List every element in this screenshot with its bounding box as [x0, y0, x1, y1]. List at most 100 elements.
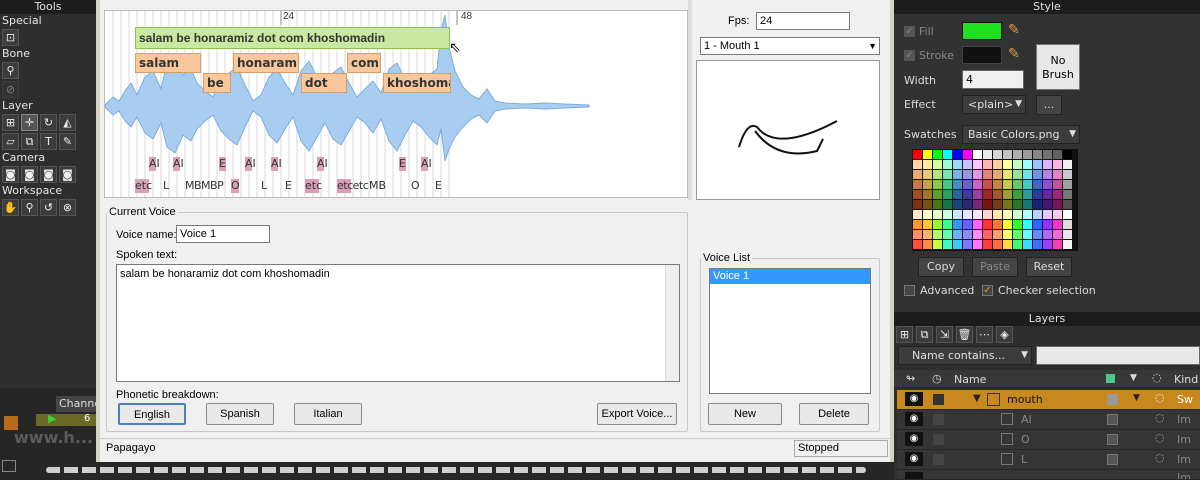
palette-swatch[interactable]: [933, 240, 942, 249]
palette-swatch[interactable]: [1063, 210, 1072, 219]
phoneme-bottom[interactable]: MBMBP: [185, 179, 224, 192]
palette-swatch[interactable]: [1043, 160, 1052, 169]
palette-swatch[interactable]: [1053, 220, 1062, 229]
reset-button[interactable]: Reset: [1026, 257, 1072, 277]
palette-swatch[interactable]: [983, 150, 992, 159]
italian-button[interactable]: Italian: [294, 403, 362, 425]
palette-swatch[interactable]: [1053, 200, 1062, 209]
palette-swatch[interactable]: [1033, 200, 1042, 209]
palette-swatch[interactable]: [993, 170, 1002, 179]
delete-layer-icon[interactable]: 🗑: [956, 326, 973, 343]
palette-swatch[interactable]: [963, 180, 972, 189]
text-icon[interactable]: T: [40, 133, 57, 150]
palette-swatch[interactable]: [963, 160, 972, 169]
spoken-text-area[interactable]: salam be honaramiz dot com khoshomadin: [116, 264, 680, 382]
palette-swatch[interactable]: [963, 200, 972, 209]
eye-icon[interactable]: [905, 472, 923, 479]
phoneme-bottom[interactable]: MB: [369, 179, 386, 192]
palette-swatch[interactable]: [953, 240, 962, 249]
palette-swatch[interactable]: [1053, 170, 1062, 179]
delete-voice-button[interactable]: Delete: [799, 403, 869, 425]
workspace-rotate-icon[interactable]: ↺: [40, 199, 57, 216]
palette-swatch[interactable]: [943, 200, 952, 209]
palette-swatch[interactable]: [973, 230, 982, 239]
checker-checkbox[interactable]: ✓: [982, 285, 993, 296]
voice-name-input[interactable]: Voice 1: [176, 225, 270, 243]
hand-icon[interactable]: ✋: [2, 199, 19, 216]
palette-swatch[interactable]: [1013, 150, 1022, 159]
palette-swatch[interactable]: [1033, 240, 1042, 249]
palette-swatch[interactable]: [923, 150, 932, 159]
palette-swatch[interactable]: [1033, 190, 1042, 199]
no-brush-button[interactable]: No Brush: [1036, 44, 1080, 90]
palette-swatch[interactable]: [983, 230, 992, 239]
voice-list-box[interactable]: Voice 1: [709, 268, 871, 394]
palette-swatch[interactable]: [913, 150, 922, 159]
palette-swatch[interactable]: [973, 220, 982, 229]
palette-swatch[interactable]: [1013, 200, 1022, 209]
phoneme-bottom[interactable]: etcetc: [337, 179, 369, 192]
phoneme-top[interactable]: AI: [317, 157, 328, 170]
palette-swatch[interactable]: [953, 210, 962, 219]
palette-swatch[interactable]: [923, 210, 932, 219]
camera-roll-icon[interactable]: ◙: [40, 166, 57, 183]
palette-swatch[interactable]: [963, 220, 972, 229]
fps-input[interactable]: 24: [756, 12, 850, 30]
palette-swatch[interactable]: [1043, 190, 1052, 199]
palette-swatch[interactable]: [923, 220, 932, 229]
stroke-eyedropper-icon[interactable]: ✎: [1008, 46, 1020, 62]
palette-swatch[interactable]: [953, 200, 962, 209]
palette-swatch[interactable]: [1013, 220, 1022, 229]
camera-zoom-icon[interactable]: ◙: [21, 166, 38, 183]
palette-swatch[interactable]: [1033, 220, 1042, 229]
lock-box[interactable]: [933, 414, 944, 425]
layer-row-o[interactable]: ◉ O ◌ Im: [897, 430, 1200, 450]
select-points-icon[interactable]: ⊞: [2, 114, 19, 131]
palette-swatch[interactable]: [1033, 160, 1042, 169]
palette-swatch[interactable]: [1033, 180, 1042, 189]
timeline-track[interactable]: ▶ 6: [36, 412, 96, 426]
palette-swatch[interactable]: [973, 240, 982, 249]
palette-swatch[interactable]: [923, 230, 932, 239]
palette-swatch[interactable]: [993, 190, 1002, 199]
palette-swatch[interactable]: [1023, 220, 1032, 229]
palette-swatch[interactable]: [913, 220, 922, 229]
word-dot[interactable]: dot: [301, 73, 347, 93]
palette-swatch[interactable]: [1003, 240, 1012, 249]
palette-swatch[interactable]: [1003, 200, 1012, 209]
layer-row-mouth[interactable]: ◉ ▼ mouth ▼ ◌ Sw: [897, 390, 1200, 410]
phoneme-top[interactable]: AI: [245, 157, 256, 170]
palette-swatch[interactable]: [993, 200, 1002, 209]
palette-swatch[interactable]: [943, 230, 952, 239]
palette-swatch[interactable]: [1003, 190, 1012, 199]
palette-swatch[interactable]: [953, 230, 962, 239]
palette-swatch[interactable]: [1043, 180, 1052, 189]
palette-swatch[interactable]: [973, 180, 982, 189]
palette-swatch[interactable]: [973, 190, 982, 199]
palette-swatch[interactable]: [953, 150, 962, 159]
palette-swatch[interactable]: [913, 230, 922, 239]
palette-swatch[interactable]: [923, 160, 932, 169]
palette-swatch[interactable]: [1063, 160, 1072, 169]
palette-swatch[interactable]: [943, 190, 952, 199]
palette-swatch[interactable]: [1003, 180, 1012, 189]
palette-swatch[interactable]: [943, 210, 952, 219]
palette-swatch[interactable]: [1013, 170, 1022, 179]
lock-box[interactable]: [933, 394, 944, 405]
palette-swatch[interactable]: [933, 190, 942, 199]
switch-icon[interactable]: ⧉: [21, 133, 38, 150]
palette-swatch[interactable]: [933, 220, 942, 229]
mouth-select[interactable]: 1 - Mouth 1 ▼: [700, 37, 880, 55]
palette-swatch[interactable]: [963, 240, 972, 249]
palette-swatch[interactable]: [973, 210, 982, 219]
palette-swatch[interactable]: [983, 200, 992, 209]
palette-swatch[interactable]: [933, 210, 942, 219]
palette-swatch[interactable]: [1063, 180, 1072, 189]
palette-swatch[interactable]: [1033, 230, 1042, 239]
camera-pan-icon[interactable]: ◙: [2, 166, 19, 183]
channels-tab[interactable]: Channe: [56, 396, 101, 412]
brush-icon[interactable]: ✎: [59, 133, 76, 150]
word-khoshoma[interactable]: khoshoma: [383, 73, 451, 93]
layer-extra-icon[interactable]: ◈: [996, 326, 1013, 343]
palette-swatch[interactable]: [1053, 190, 1062, 199]
